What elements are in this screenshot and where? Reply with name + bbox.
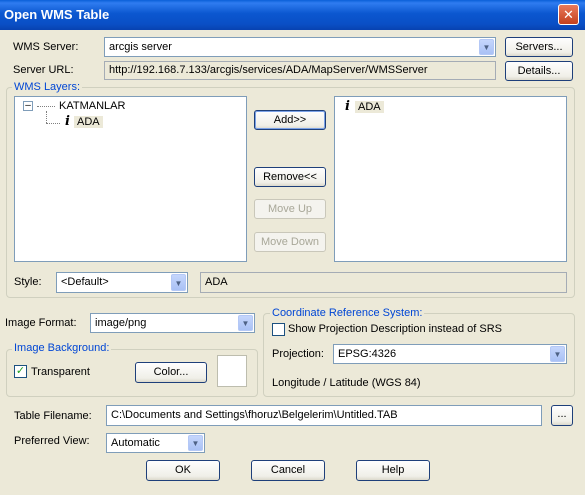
ok-button[interactable]: OK — [146, 460, 220, 481]
preferred-view-label: Preferred View: — [14, 435, 90, 447]
wms-server-select[interactable]: arcgis server ▼ — [104, 37, 496, 57]
color-button[interactable]: Color... — [135, 362, 207, 383]
projection-description: Longitude / Latitude (WGS 84) — [272, 377, 421, 389]
chevron-down-icon[interactable]: ▼ — [188, 435, 203, 451]
help-button[interactable]: Help — [356, 460, 430, 481]
cancel-button[interactable]: Cancel — [251, 460, 325, 481]
wms-server-label: WMS Server: — [13, 41, 79, 53]
image-format-label: Image Format: — [5, 317, 77, 329]
wms-server-value: arcgis server — [109, 41, 172, 53]
close-button[interactable]: ✕ — [558, 4, 579, 25]
server-url-field[interactable]: http://192.168.7.133/arcgis/services/ADA… — [104, 61, 496, 80]
add-button[interactable]: Add>> — [254, 110, 326, 130]
available-layers-tree[interactable]: – KATMANLAR i ADA — [14, 96, 247, 262]
projection-select[interactable]: EPSG:4326 ▼ — [333, 344, 567, 364]
tree-expander-icon[interactable]: – — [23, 101, 33, 111]
chevron-down-icon[interactable]: ▼ — [550, 346, 565, 362]
table-filename-input[interactable]: C:\Documents and Settings\fhoruz\Belgele… — [106, 405, 542, 426]
preferred-view-select[interactable]: Automatic ▼ — [106, 433, 205, 453]
tree-connector — [46, 123, 60, 124]
crs-title: Coordinate Reference System: — [270, 307, 425, 319]
tree-connector — [46, 111, 47, 123]
chevron-down-icon[interactable]: ▼ — [479, 39, 494, 55]
style-value: <Default> — [61, 276, 109, 288]
transparent-label: Transparent — [31, 366, 90, 378]
remove-button[interactable]: Remove<< — [254, 167, 326, 187]
wms-layers-title: WMS Layers: — [12, 81, 83, 93]
move-up-button[interactable]: Move Up — [254, 199, 326, 219]
image-background-title: Image Background: — [12, 342, 112, 354]
table-filename-label: Table Filename: — [14, 410, 92, 422]
selected-layer-ada[interactable]: ADA — [355, 101, 384, 113]
style-label: Style: — [14, 276, 42, 288]
browse-button[interactable]: ... — [551, 405, 573, 426]
server-url-label: Server URL: — [13, 64, 74, 76]
projection-label: Projection: — [272, 348, 324, 360]
tree-connector — [37, 106, 55, 107]
close-icon: ✕ — [563, 7, 574, 22]
style-display-field: ADA — [200, 272, 567, 293]
image-format-value: image/png — [95, 317, 147, 329]
info-icon: i — [65, 114, 70, 129]
transparent-checkbox[interactable]: ✓ — [14, 365, 27, 378]
servers-button[interactable]: Servers... — [505, 37, 573, 57]
style-select[interactable]: <Default> ▼ — [56, 272, 188, 293]
title-bar[interactable]: Open WMS Table ✕ — [0, 0, 585, 30]
projection-value: EPSG:4326 — [338, 348, 397, 360]
show-projection-checkbox[interactable] — [272, 323, 285, 336]
chevron-down-icon[interactable]: ▼ — [171, 274, 186, 291]
tree-root-katmanlar[interactable]: KATMANLAR — [59, 100, 125, 112]
window-title: Open WMS Table — [4, 7, 110, 22]
move-down-button[interactable]: Move Down — [254, 232, 326, 252]
preferred-view-value: Automatic — [111, 437, 160, 449]
open-wms-table-dialog: Open WMS Table ✕ WMS Server: arcgis serv… — [0, 0, 585, 495]
details-button[interactable]: Details... — [505, 61, 573, 81]
image-format-select[interactable]: image/png ▼ — [90, 313, 255, 333]
selected-layers-list[interactable]: i ADA — [334, 96, 567, 262]
show-projection-label: Show Projection Description instead of S… — [288, 323, 502, 335]
color-swatch — [217, 355, 247, 387]
info-icon: i — [345, 99, 350, 114]
tree-item-ada[interactable]: ADA — [74, 116, 103, 128]
chevron-down-icon[interactable]: ▼ — [238, 315, 253, 331]
